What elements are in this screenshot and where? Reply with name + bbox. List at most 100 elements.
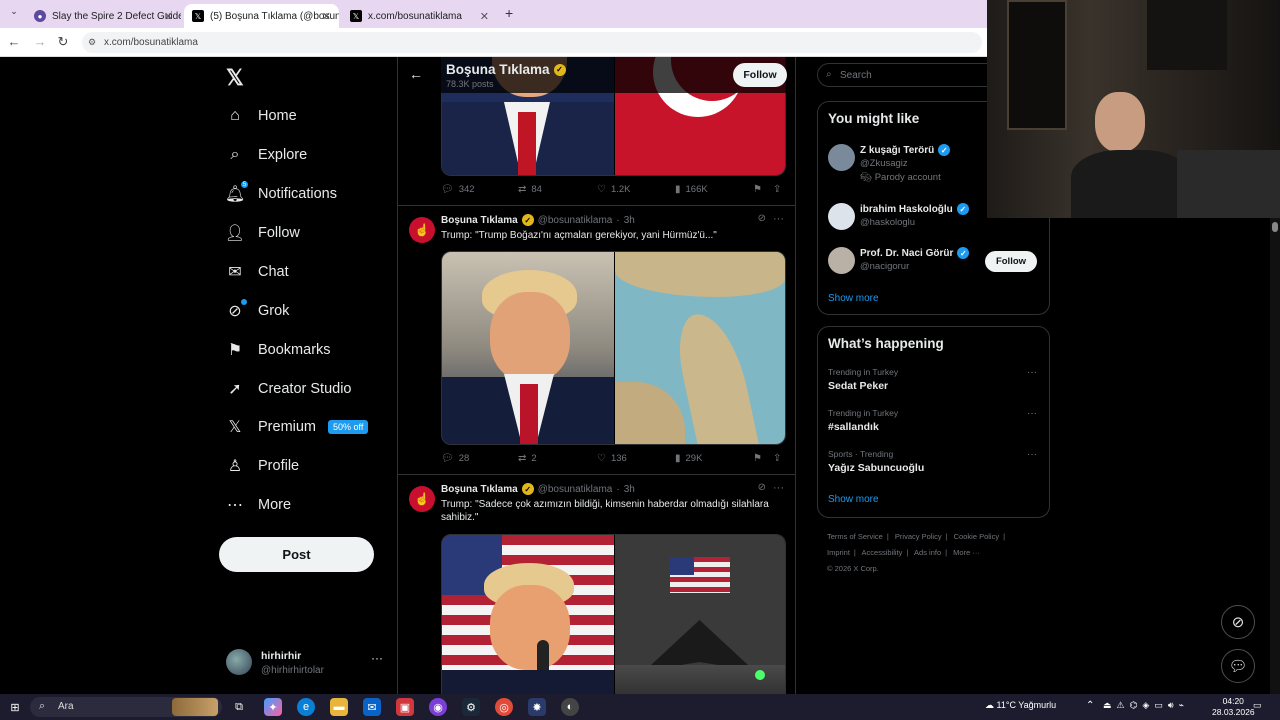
person-icon: ♙ <box>227 458 243 475</box>
author-name[interactable]: Boşuna Tıklama <box>441 484 518 495</box>
task-view-icon[interactable]: ⧉ <box>230 698 248 716</box>
discord-icon[interactable]: ◉ <box>429 698 447 716</box>
privacy-link[interactable]: Privacy Policy <box>895 532 942 541</box>
show-more-link[interactable]: Show more <box>828 293 879 304</box>
nav-bookmarks[interactable]: ⚑ Bookmarks <box>226 335 331 365</box>
bookmark-button[interactable]: ⚑ <box>753 184 767 195</box>
avatar[interactable]: ☝ <box>409 217 435 243</box>
chrome-icon[interactable]: ◎ <box>495 698 513 716</box>
ads-info-link[interactable]: Ads info <box>914 548 941 557</box>
share-button[interactable]: ⇪ <box>773 453 786 464</box>
post-media[interactable] <box>441 251 786 445</box>
obs-icon[interactable]: ◐ <box>561 698 579 716</box>
more-icon[interactable]: ··· <box>1027 449 1037 460</box>
nav-premium[interactable]: 𝕏 Premium 50% off <box>226 412 369 442</box>
nav-explore[interactable]: ⌕ Explore <box>226 140 308 170</box>
close-tab-icon[interactable]: ✕ <box>164 10 173 23</box>
follow-button[interactable]: Follow <box>985 251 1037 272</box>
account-switcher[interactable]: hirhirhir @hirhirhirtolar ··· <box>226 647 396 683</box>
close-tab-icon[interactable]: ✕ <box>480 10 489 23</box>
reply-button[interactable]: 💬︎ 28 <box>441 453 469 464</box>
nav-grok[interactable]: ⊘ Grok <box>226 296 289 326</box>
trend-item[interactable]: Trending in Turkey #sallandık ··· <box>828 408 1043 438</box>
weather-widget[interactable]: ☁ 11°C Yağmurlu <box>985 700 1056 711</box>
copilot-icon[interactable]: ✦ <box>264 698 282 716</box>
reload-icon[interactable]: ↻ <box>55 34 71 50</box>
nav-follow[interactable]: 👤︎ Follow <box>225 218 300 248</box>
more-link[interactable]: More ··· <box>953 548 980 557</box>
trend-item[interactable]: Sports · Trending Yağız Sabuncuoğlu ··· <box>828 449 1043 479</box>
post-time[interactable]: 3h <box>624 215 635 226</box>
reply-button[interactable]: 💬︎ 342 <box>441 184 475 195</box>
windows-start-icon[interactable]: ⊞ <box>6 698 24 716</box>
grok-icon[interactable]: ⊘ <box>758 213 766 224</box>
chat-floating-button[interactable]: 💬︎ <box>1221 649 1255 683</box>
x-logo-icon[interactable]: 𝕏 <box>226 65 244 91</box>
share-button[interactable]: ⇪ <box>773 184 786 195</box>
clock[interactable]: 04:20 28.03.2026 <box>1212 696 1255 718</box>
terms-link[interactable]: Terms of Service <box>827 532 883 541</box>
suggested-user[interactable]: Prof. Dr. Naci Görür ✓ @nacigorur Follow <box>828 247 1043 287</box>
browser-tab-3[interactable]: 𝕏 x.com/bosunatiklama ✕ <box>342 4 497 28</box>
url-input[interactable]: ⚙ x.com/bosunatiklama <box>82 32 982 53</box>
post-time[interactable]: 3h <box>624 484 635 495</box>
grok-floating-button[interactable]: ⊘ <box>1221 605 1255 639</box>
more-icon[interactable]: ··· <box>371 651 383 665</box>
show-more-link[interactable]: Show more <box>828 494 879 505</box>
nav-creator-studio[interactable]: ➚ Creator Studio <box>226 374 351 404</box>
cookie-link[interactable]: Cookie Policy <box>954 532 999 541</box>
nav-more[interactable]: ⋯ More <box>226 490 291 520</box>
nav-chat[interactable]: ✉ Chat <box>226 257 288 287</box>
notification-center-icon[interactable]: ▭ <box>1253 700 1262 711</box>
scrollbar-thumb[interactable] <box>1272 222 1278 232</box>
reply-count: 342 <box>458 184 475 195</box>
author-handle[interactable]: @bosunatiklama <box>538 215 613 226</box>
back-icon[interactable]: ← <box>6 34 22 49</box>
tray-icons[interactable]: ⏏⚠⌬◈▭🔊︎⌁ <box>1103 700 1189 711</box>
battlenet-icon[interactable]: ✸ <box>528 698 546 716</box>
taskbar-search-input[interactable]: ⌕ Ara <box>30 697 222 717</box>
bookmark-button[interactable]: ⚑ <box>753 453 767 464</box>
nav-home[interactable]: ⌂ Home <box>226 101 297 131</box>
avatar[interactable]: ☝ <box>409 486 435 512</box>
views-button[interactable]: ▮ 166K <box>675 184 708 195</box>
author-handle[interactable]: @bosunatiklama <box>538 484 613 495</box>
more-icon[interactable]: ··· <box>773 213 784 225</box>
repost-button[interactable]: ⇄ 84 <box>518 184 542 195</box>
tray-chevron-icon[interactable]: ⌃ <box>1086 700 1094 711</box>
like-button[interactable]: ♡ 136 <box>597 453 627 464</box>
outlook-icon[interactable]: ✉ <box>363 698 381 716</box>
imprint-link[interactable]: Imprint <box>827 548 850 557</box>
steam-icon[interactable]: ⚙ <box>462 698 480 716</box>
more-icon[interactable]: ··· <box>773 482 784 494</box>
browser-tab-2[interactable]: 𝕏 (5) Boşuna Tıklama (@bosunati ✕ <box>184 4 339 28</box>
views-button[interactable]: ▮ 29K <box>675 453 702 464</box>
grok-icon[interactable]: ⊘ <box>758 482 766 493</box>
browser-tab-1[interactable]: ● Slay the Spire 2 Defect Guide - ✕ <box>26 4 181 28</box>
follow-button[interactable]: Follow <box>733 63 787 87</box>
nav-notifications[interactable]: 🔔︎ 5 Notifications <box>225 179 337 209</box>
close-tab-icon[interactable]: ✕ <box>322 10 331 23</box>
app-icon[interactable]: ▣ <box>396 698 414 716</box>
forward-icon[interactable]: → <box>32 34 48 49</box>
site-info-icon[interactable]: ⚙ <box>88 37 96 48</box>
more-icon[interactable]: ··· <box>1027 408 1037 419</box>
post-button[interactable]: Post <box>219 537 374 572</box>
post-2[interactable]: ☝ Boşuna Tıklama ✓ @bosunatiklama · 3h ⊘… <box>398 207 795 475</box>
trend-item[interactable]: Trending in Turkey Sedat Peker ··· <box>828 367 1043 397</box>
post-media[interactable] <box>441 534 786 694</box>
tab-search-chevron-icon[interactable]: ⌄ <box>6 6 22 22</box>
author-name[interactable]: Boşuna Tıklama <box>441 215 518 226</box>
file-explorer-icon[interactable]: ▬ <box>330 698 348 716</box>
repost-button[interactable]: ⇄ 2 <box>518 453 537 464</box>
more-icon[interactable]: ··· <box>1027 367 1037 378</box>
scrollbar[interactable] <box>1270 218 1280 694</box>
new-tab-button[interactable]: + <box>505 5 513 21</box>
back-arrow-icon[interactable]: ← <box>409 66 423 82</box>
nav-profile[interactable]: ♙ Profile <box>226 451 299 481</box>
accessibility-link[interactable]: Accessibility <box>862 548 903 557</box>
edge-icon[interactable]: e <box>297 698 315 716</box>
like-button[interactable]: ♡ 1.2K <box>597 184 631 195</box>
trend-topic: Sedat Peker <box>828 380 889 392</box>
post-3[interactable]: ☝ Boşuna Tıklama ✓ @bosunatiklama · 3h ⊘… <box>398 476 795 694</box>
